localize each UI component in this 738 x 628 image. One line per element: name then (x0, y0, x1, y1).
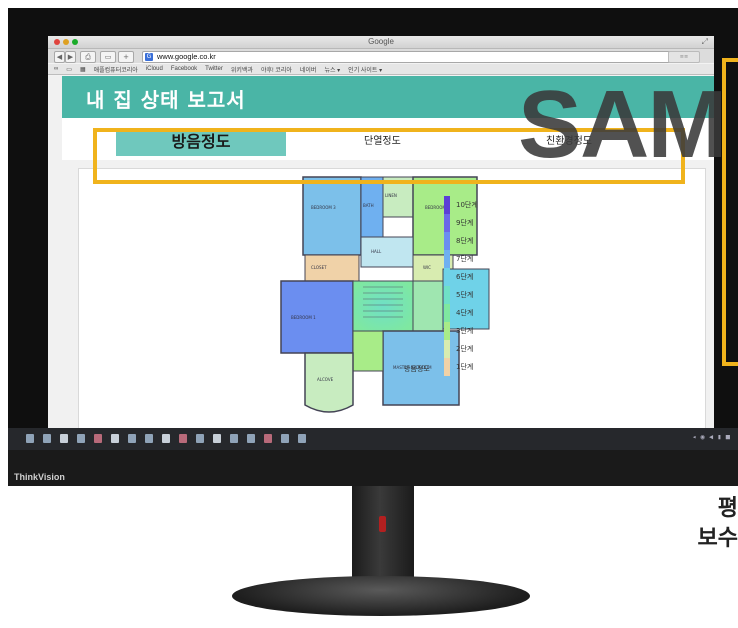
task-view-icon[interactable] (60, 434, 68, 443)
reading-list-icon[interactable]: ∞ (54, 66, 58, 72)
label-hall: HALL (371, 249, 382, 254)
room-stairs (352, 280, 414, 332)
label-closet: CLOSET (311, 265, 327, 270)
window-title: Google (368, 37, 394, 46)
bookmark-item[interactable]: 야후! 코리아 (261, 65, 292, 74)
report-panel: BEDROOM 3 BATH LINEN BEDROOM 2 HALL CLOS… (78, 168, 706, 428)
app-icon[interactable] (179, 434, 187, 443)
legend-level-8: 8단계 (456, 237, 474, 245)
google-favicon-icon: G (145, 53, 153, 61)
legend-level-10: 10단계 (456, 201, 478, 209)
app-icon[interactable] (162, 434, 170, 443)
label-bedroom-1: BEDROOM 1 (291, 315, 316, 320)
start-icon[interactable] (26, 434, 34, 443)
reader-button[interactable]: ≡≡ (668, 51, 700, 63)
tab-view-button[interactable]: ▭ (100, 51, 116, 63)
browser-titlebar: Google ⤢ (48, 36, 714, 49)
room-bedroom-3 (302, 176, 362, 256)
bookmark-item[interactable]: 네이버 (300, 65, 317, 74)
legend-level-9: 9단계 (456, 219, 474, 227)
legend-bar (444, 196, 450, 376)
legend-level-2: 2단계 (456, 345, 474, 353)
share-button[interactable]: ⎙ (80, 51, 96, 63)
bookmark-item[interactable]: Facebook (171, 66, 197, 72)
caption-line-2: 보수 (697, 526, 738, 551)
app-icon[interactable] (230, 434, 238, 443)
monitor-stand-base (232, 576, 530, 616)
legend-title: 방음정도 (404, 365, 430, 373)
bookmark-item[interactable]: Twitter (205, 66, 223, 72)
bookmark-item[interactable]: 위키백과 (231, 65, 253, 74)
monitor-stand-neck (352, 486, 414, 588)
room-alcove (304, 352, 354, 413)
fullscreen-icon[interactable]: ⤢ (702, 37, 708, 47)
legend-level-5: 5단계 (456, 291, 474, 299)
system-tray[interactable]: ◂ ◉ ◀ ▮ ■ (692, 433, 730, 441)
app-icon[interactable] (94, 434, 102, 443)
monitor-brand-logo: ThinkVision (14, 472, 65, 482)
os-taskbar: ◂ ◉ ◀ ▮ ■ (8, 428, 738, 450)
address-bar[interactable]: G www.google.co.kr ↻ (142, 51, 682, 63)
bookmark-item[interactable]: 애플컴퓨터코리아 (94, 65, 138, 74)
room-landing (412, 280, 444, 332)
legend-level-3: 3단계 (456, 327, 474, 335)
label-bedroom-3: BEDROOM 3 (311, 205, 336, 210)
legend-level-1: 1단계 (456, 363, 474, 371)
legend-level-6: 6단계 (456, 273, 474, 281)
label-linen: LINEN (385, 193, 397, 198)
add-bookmark-button[interactable]: + (118, 51, 134, 63)
app-icon[interactable] (247, 434, 255, 443)
top-sites-icon[interactable]: ▦ (80, 66, 86, 73)
sam-watermark: SAM (518, 71, 727, 178)
bookmark-item[interactable]: 인기 사이트 ▾ (348, 65, 382, 74)
bookmark-item[interactable]: iCloud (146, 66, 163, 72)
label-wic: WIC (423, 265, 431, 270)
caption-line-1: 평 (717, 496, 738, 521)
label-bath: BATH (363, 203, 374, 208)
taskbar-icons (26, 434, 306, 443)
forward-button[interactable]: ▶ (65, 51, 76, 63)
app-icon[interactable] (145, 434, 153, 443)
app-icon[interactable] (298, 434, 306, 443)
floorplan-heatmap: BEDROOM 3 BATH LINEN BEDROOM 2 HALL CLOS… (280, 176, 490, 413)
bookmark-item[interactable]: 뉴스 ▾ (324, 65, 340, 74)
legend-level-7: 7단계 (456, 255, 474, 263)
back-button[interactable]: ◀ (54, 51, 65, 63)
page-title: 내 집 상태 보고서 (86, 88, 246, 112)
room-hall (360, 236, 414, 268)
app-icon[interactable] (77, 434, 85, 443)
app-icon[interactable] (264, 434, 272, 443)
cable-clip (379, 516, 386, 532)
label-alcove: ALCOVE (317, 377, 334, 382)
legend-level-4: 4단계 (456, 309, 474, 317)
room-corridor (352, 330, 384, 372)
app-icon[interactable] (111, 434, 119, 443)
browser-toolbar: ◀ ▶ ⎙ ▭ + G www.google.co.kr ↻ ≡≡ (48, 49, 714, 63)
app-icon[interactable] (281, 434, 289, 443)
app-icon[interactable] (128, 434, 136, 443)
url-text: www.google.co.kr (157, 52, 216, 61)
app-icon[interactable] (196, 434, 204, 443)
app-icon[interactable] (213, 434, 221, 443)
bookmarks-icon[interactable]: ▭ (66, 66, 72, 73)
monitor-chin: ◂ ◉ ◀ ▮ ■ ThinkVision (8, 428, 738, 486)
search-icon[interactable] (43, 434, 51, 443)
